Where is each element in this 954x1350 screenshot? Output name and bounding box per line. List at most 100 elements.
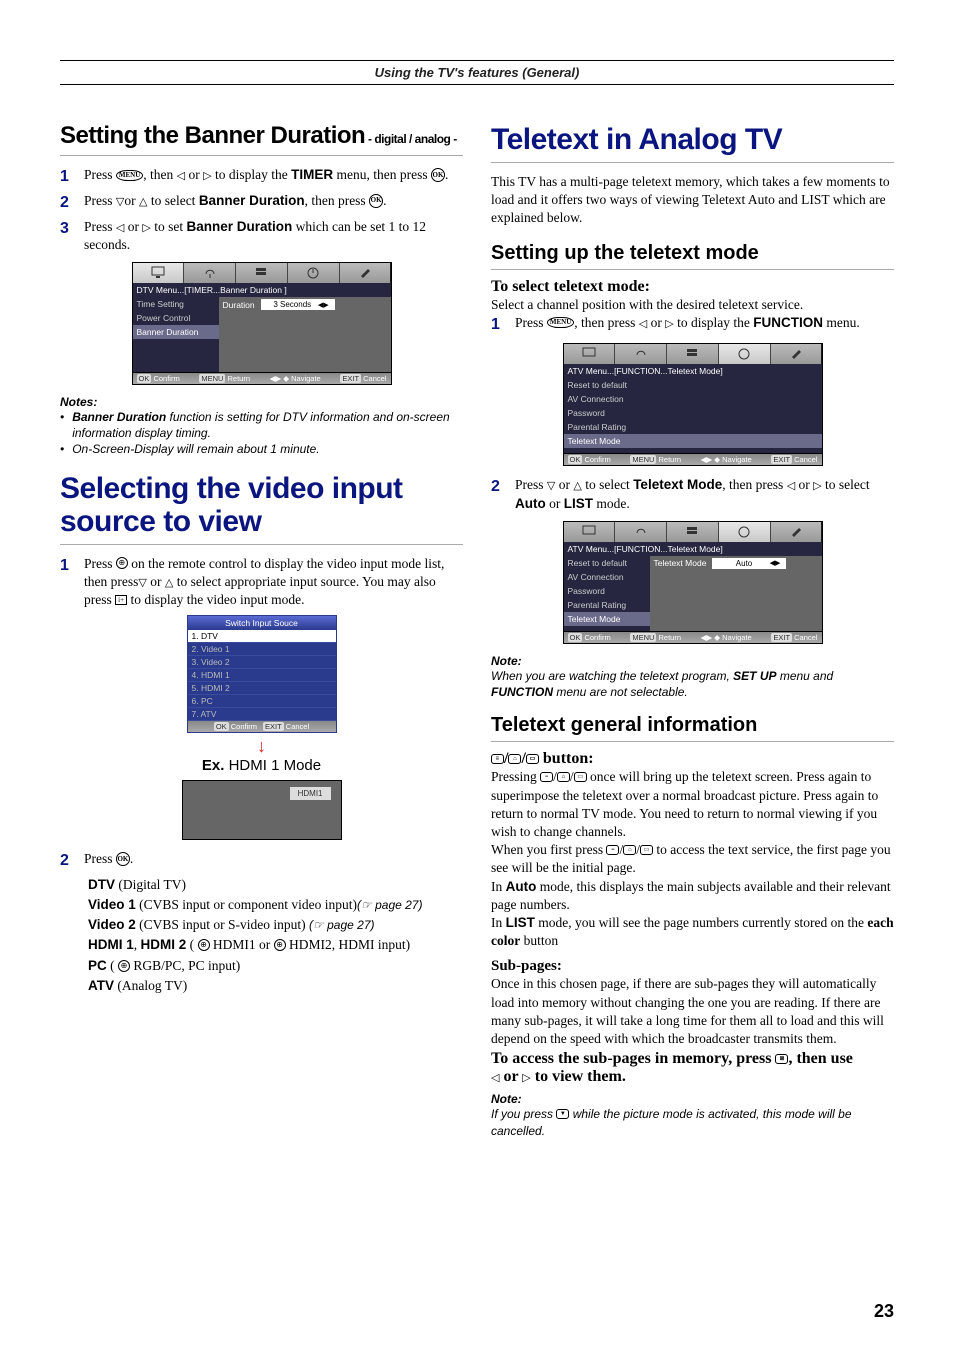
menu-item: Power Control xyxy=(133,311,219,325)
bullet-icon xyxy=(60,441,66,457)
t: menu. xyxy=(823,315,860,330)
tab-feature-icon xyxy=(667,344,719,364)
t: . xyxy=(130,851,133,866)
page-ref: (☞ page 27) xyxy=(357,898,422,912)
menu-body: Reset to default AV Connection Password … xyxy=(564,556,822,631)
subpage-icon: ≣ xyxy=(775,1054,788,1064)
t: mode, this displays the main subjects av… xyxy=(491,879,891,912)
t: FUNCTION xyxy=(491,685,553,699)
step-2: 2 Press ▽ or △ to select Teletext Mode, … xyxy=(491,476,894,512)
title-main: Setting the Banner Duration xyxy=(60,122,365,149)
foot-key: MENU xyxy=(199,374,225,383)
t: Press xyxy=(84,556,116,571)
foot-label: Return xyxy=(228,374,251,383)
t: . xyxy=(383,193,386,208)
picture-mode-icon: ▼ xyxy=(556,1109,569,1119)
t: Auto xyxy=(506,879,537,894)
t: In xyxy=(491,879,506,894)
def-text: (Analog TV) xyxy=(114,978,187,993)
note-text: On-Screen-Display will remain about 1 mi… xyxy=(72,441,319,457)
right-column: Teletext in Analog TV This TV has a mult… xyxy=(491,109,894,1139)
t: SET UP xyxy=(733,669,776,683)
menu-row: Teletext Mode Auto ◀▶ xyxy=(654,558,818,569)
menu-label: Duration xyxy=(223,300,255,310)
step-text: Press MENU, then ◁ or ▷ to display the T… xyxy=(84,166,448,188)
page-number: 23 xyxy=(874,1301,894,1322)
t: button xyxy=(520,933,558,948)
switch-item-selected: 1. DTV xyxy=(188,630,336,643)
t: Press xyxy=(515,315,547,330)
t: , then use xyxy=(788,1050,852,1067)
menu-breadcrumb: ATV Menu...[FUNCTION...Teletext Mode] xyxy=(564,364,822,378)
tab-picture-icon xyxy=(564,522,616,542)
osd-menu-banner: DTV Menu...[TIMER...Banner Duration ] Ti… xyxy=(132,262,392,385)
step-1: 1 Press MENU, then ◁ or ▷ to display the… xyxy=(60,166,463,188)
paragraph: In LIST mode, you will see the page numb… xyxy=(491,914,894,950)
right-tri-icon: ▷ xyxy=(142,222,150,234)
menu-value-pill: Auto ◀▶ xyxy=(712,558,786,569)
switch-item: 2. Video 1 xyxy=(188,643,336,656)
t: to select xyxy=(822,477,870,492)
example-label: Ex. HDMI 1 Mode xyxy=(60,757,463,774)
input-circle-icon: ⊕ xyxy=(198,939,210,951)
foot-label: Cancel xyxy=(794,455,817,464)
t: Press xyxy=(515,477,547,492)
ok-icon: OK xyxy=(369,194,383,208)
t: or xyxy=(555,477,573,492)
t: , xyxy=(134,937,141,952)
t: menu, then press xyxy=(333,167,431,182)
section-title-setup-teletext: Setting up the teletext mode xyxy=(491,242,894,270)
tab-sound-icon xyxy=(615,522,667,542)
menu-item-selected: Banner Duration xyxy=(133,325,219,339)
menu-main: Duration 3 Seconds ◀▶ xyxy=(219,297,391,372)
t: or xyxy=(499,1068,522,1085)
t: to display the xyxy=(674,315,754,330)
foot-key: OK xyxy=(568,633,583,642)
foot-label: Cancel xyxy=(794,633,817,642)
def-label: ATV xyxy=(88,978,114,993)
page-ref: (☞ page 27) xyxy=(309,918,374,932)
t: , then xyxy=(143,167,176,182)
def-text: (CVBS input or component video input) xyxy=(136,897,357,912)
paragraph: To access the sub-pages in memory, press… xyxy=(491,1050,894,1068)
t: If you press xyxy=(491,1107,556,1121)
t: or xyxy=(546,496,564,511)
header-bar: Using the TV's features (General) xyxy=(60,60,894,85)
step-text: Press ◁ or ▷ to set Banner Duration whic… xyxy=(84,218,463,254)
label: LIST xyxy=(564,496,593,511)
hdmi-badge: HDMI1 xyxy=(290,787,331,800)
foot-label: Confirm xyxy=(231,722,257,731)
mix-icon: ⌂ xyxy=(508,754,521,764)
t: LIST xyxy=(506,915,535,930)
left-tri-icon: ◁ xyxy=(177,170,185,182)
right-tri-icon: ▷ xyxy=(665,318,673,330)
notes-heading: Note: xyxy=(491,654,894,668)
menu-breadcrumb: DTV Menu...[TIMER...Banner Duration ] xyxy=(133,283,391,297)
t: , then press xyxy=(722,477,787,492)
menu-footer: OK Confirm MENU Return ◀▶ ◆ Navigate EXI… xyxy=(564,631,822,643)
menu-label: Teletext Mode xyxy=(654,558,707,568)
foot-label: ◀▶ ◆ Navigate xyxy=(270,374,321,383)
tab-picture-icon xyxy=(564,344,616,364)
tv-icon: ▭ xyxy=(640,845,653,855)
left-tri-icon: ◁ xyxy=(639,318,647,330)
osd-menu-function-2: ATV Menu...[FUNCTION...Teletext Mode] Re… xyxy=(563,521,823,644)
tab-sound-icon xyxy=(615,344,667,364)
menu-item: Reset to default xyxy=(564,556,650,570)
t: or xyxy=(124,193,139,208)
input-circle-icon: ⊕ xyxy=(274,939,286,951)
step-text: Press ▽ or △ to select Teletext Mode, th… xyxy=(515,476,894,512)
down-tri-icon: ▽ xyxy=(138,577,146,589)
bullet-icon xyxy=(60,409,66,441)
teletext-icon: ≡ xyxy=(540,772,553,782)
ex-bold: Ex. xyxy=(202,757,225,774)
t: HDMI1 or xyxy=(210,937,274,952)
up-tri-icon: △ xyxy=(573,480,581,492)
switch-footer: OK Confirm EXIT Cancel xyxy=(188,721,336,732)
t: To access the sub-pages in memory, press xyxy=(491,1050,775,1067)
menu-row: Duration 3 Seconds ◀▶ xyxy=(223,299,387,310)
foot-key: MENU xyxy=(630,633,656,642)
step-text: Press MENU, then press ◁ or ▷ to display… xyxy=(515,314,860,336)
notes-heading: Note: xyxy=(491,1092,894,1106)
menu-item: Reset to default xyxy=(564,378,822,392)
